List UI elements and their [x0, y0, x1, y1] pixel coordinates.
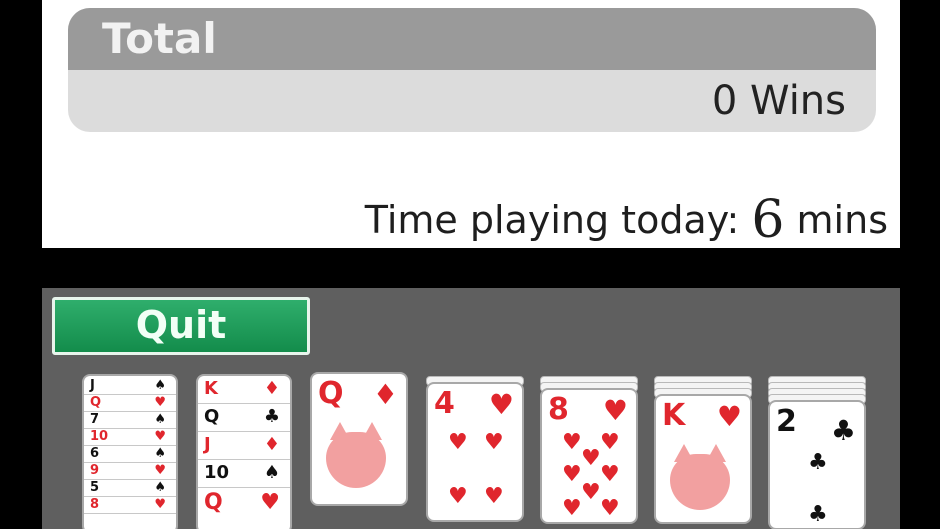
wins-count: 0 Wins [711, 78, 846, 124]
club-icon: ♣ [830, 414, 856, 447]
card-row[interactable]: 5 ♠ [84, 480, 176, 497]
card-rank: Q [204, 490, 223, 515]
time-prefix: Time playing today: [364, 198, 740, 242]
heart-icon: ♥ [600, 496, 620, 521]
heart-icon: ♥ [600, 462, 620, 487]
card-rank: 10 [90, 429, 109, 444]
card-row[interactable]: J ♠ [84, 378, 176, 395]
tableau-column-3[interactable]: Q ♦ [310, 372, 408, 529]
card-rank: Q [318, 376, 344, 411]
card-suit: ♠ [154, 480, 166, 495]
heart-icon: ♥ [602, 394, 628, 427]
club-icon: ♣ [808, 502, 828, 527]
card-suit: ♠ [154, 446, 166, 461]
tableau-column-5[interactable]: 8 ♥ ♥ ♥ ♥ ♥ ♥ ♥ ♥ ♥ [540, 376, 638, 529]
card-rank: 8 [548, 392, 569, 427]
card-rank: 4 [434, 386, 455, 421]
heart-icon: ♥ [448, 430, 468, 455]
card-rank: Q [90, 395, 102, 410]
card-king-hearts[interactable]: K ♥ [654, 394, 752, 524]
card-rank: K [204, 378, 218, 399]
card-rank: J [204, 434, 211, 455]
card-rank: 8 [90, 497, 100, 512]
card-row[interactable]: Q ♥ [198, 490, 290, 520]
face-card-art [326, 422, 386, 488]
card-row[interactable]: 6 ♠ [84, 446, 176, 463]
game-board: Quit J ♠ Q ♥ 7 ♠ 10 ♥ 6 ♠ 9 ♥ 5 ♠ 8 ♥ K ♦ Q ♣ J ♦ 1… [42, 288, 900, 529]
tableau-column-4[interactable]: 4 ♥ ♥ ♥ ♥ ♥ [426, 376, 524, 529]
card-rank: 7 [90, 412, 100, 427]
card-stack[interactable]: J ♠ Q ♥ 7 ♠ 10 ♥ 6 ♠ 9 ♥ 5 ♠ 8 ♥ [82, 374, 178, 529]
stats-screen: Total 0 Wins Time playing today: 6 mins [42, 0, 900, 250]
card-row[interactable]: 8 ♥ [84, 497, 176, 514]
card-suit: ♥ [154, 429, 166, 444]
card-row[interactable]: Q ♣ [198, 406, 290, 432]
tableau-column-2[interactable]: K ♦ Q ♣ J ♦ 10 ♠ Q ♥ [196, 374, 292, 529]
heart-icon: ♥ [581, 446, 601, 471]
heart-icon: ♥ [562, 462, 582, 487]
heart-icon: ♥ [716, 400, 742, 433]
total-header: Total [68, 8, 876, 70]
heart-icon: ♥ [581, 480, 601, 505]
heart-icon: ♥ [562, 496, 582, 521]
card-rank: 2 [776, 404, 797, 439]
heart-icon: ♥ [484, 430, 504, 455]
card-suit: ♦ [263, 378, 280, 399]
heart-icon: ♥ [484, 484, 504, 509]
tableau-column-7[interactable]: 2 ♣ ♣ ♣ [768, 376, 866, 529]
face-card-art [670, 444, 730, 510]
tableau-column-6[interactable]: K ♥ [654, 376, 752, 529]
card-suit: ♠ [263, 462, 280, 483]
card-four-hearts[interactable]: 4 ♥ ♥ ♥ ♥ ♥ [426, 382, 524, 522]
card-suit: ♥ [260, 490, 280, 515]
card-suit: ♠ [154, 378, 166, 393]
card-eight-hearts[interactable]: 8 ♥ ♥ ♥ ♥ ♥ ♥ ♥ ♥ ♥ [540, 388, 638, 524]
card-rank: K [662, 398, 686, 433]
heart-icon: ♥ [600, 430, 620, 455]
card-row[interactable]: Q ♥ [84, 395, 176, 412]
card-rank: J [90, 378, 95, 393]
card-suit: ♥ [154, 463, 166, 478]
card-row[interactable]: 10 ♠ [198, 462, 290, 488]
card-row[interactable]: J ♦ [198, 434, 290, 460]
card-suit: ♠ [154, 412, 166, 427]
card-suit: ♥ [154, 497, 166, 512]
card-rank: Q [204, 406, 220, 427]
card-row[interactable]: 7 ♠ [84, 412, 176, 429]
card-rank: 6 [90, 446, 100, 461]
quit-button[interactable]: Quit [52, 297, 310, 355]
total-panel: Total 0 Wins [68, 8, 876, 132]
card-rank: 5 [90, 480, 100, 495]
card-queen-diamonds[interactable]: Q ♦ [310, 372, 408, 506]
heart-icon: ♥ [488, 388, 514, 421]
card-suit: ♣ [263, 406, 280, 427]
club-icon: ♣ [808, 450, 828, 475]
card-rank: 9 [90, 463, 100, 478]
card-two-clubs[interactable]: 2 ♣ ♣ ♣ [768, 400, 866, 529]
card-stack[interactable]: K ♦ Q ♣ J ♦ 10 ♠ Q ♥ [196, 374, 292, 529]
card-row[interactable]: 9 ♥ [84, 463, 176, 480]
heart-icon: ♥ [448, 484, 468, 509]
card-suit: ♦ [263, 434, 280, 455]
card-rank: 10 [204, 462, 230, 483]
card-row[interactable]: K ♦ [198, 378, 290, 404]
time-unit: mins [796, 198, 888, 242]
card-row[interactable]: 10 ♥ [84, 429, 176, 446]
heart-icon: ♥ [562, 430, 582, 455]
time-playing-line: Time playing today: 6 mins [365, 190, 888, 250]
tableau-column-1[interactable]: J ♠ Q ♥ 7 ♠ 10 ♥ 6 ♠ 9 ♥ 5 ♠ 8 ♥ [82, 374, 178, 529]
card-suit: ♥ [154, 395, 166, 410]
time-value: 6 [751, 190, 785, 250]
diamond-icon: ♦ [372, 378, 398, 411]
